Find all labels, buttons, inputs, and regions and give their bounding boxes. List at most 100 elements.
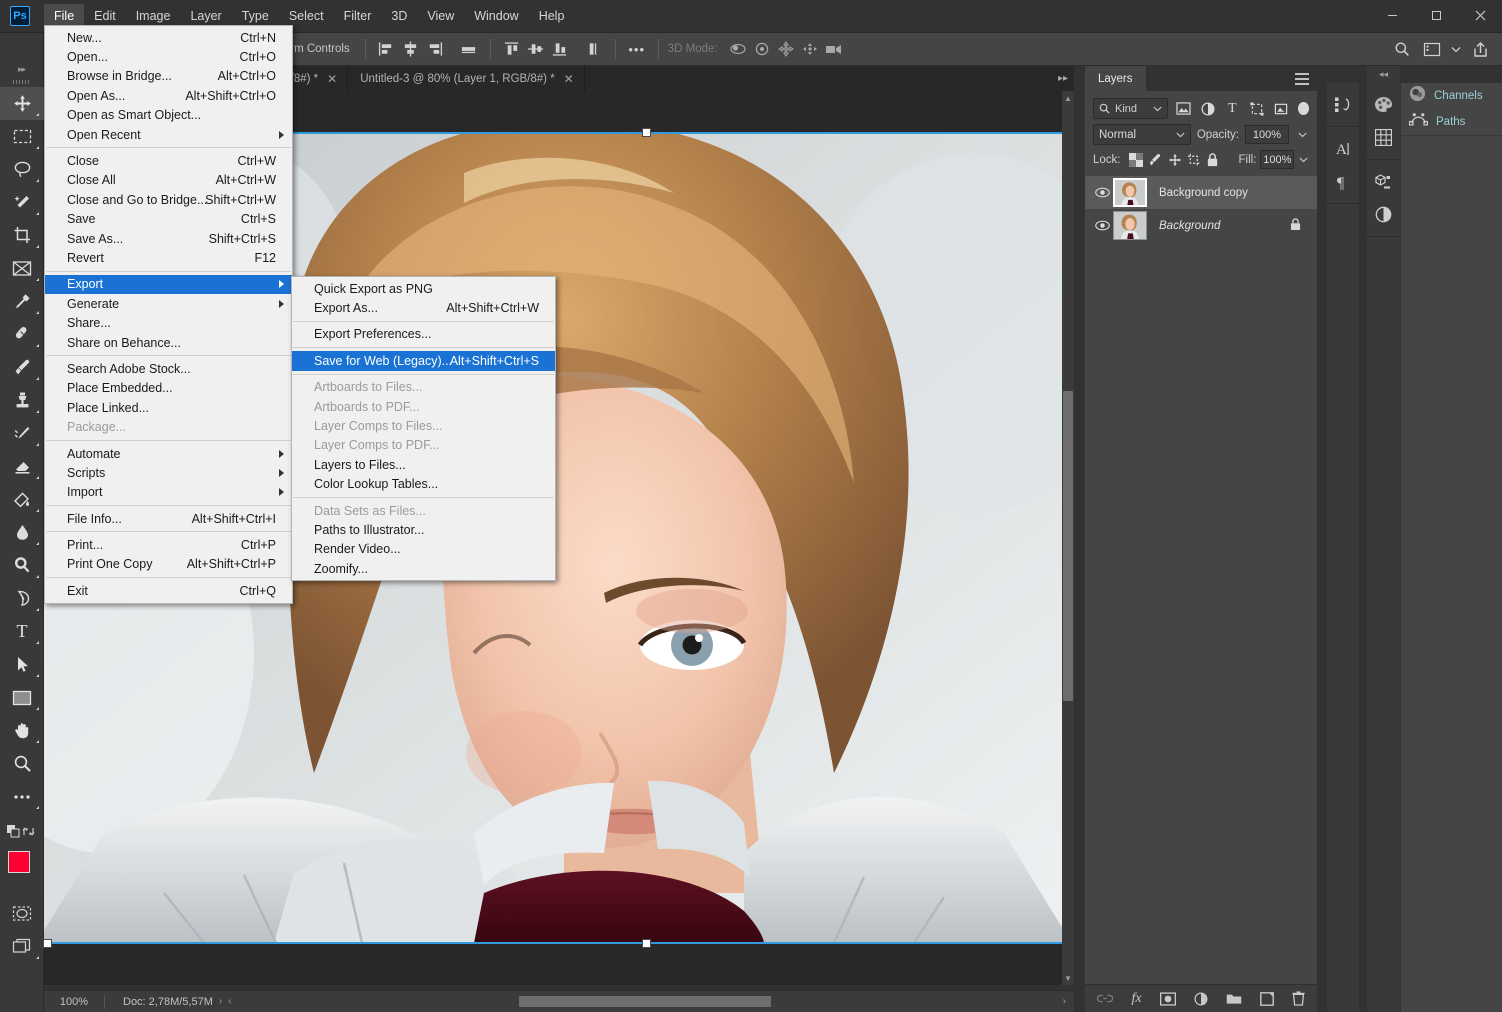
foreground-color-swatch[interactable] <box>8 851 30 873</box>
tool-eraser[interactable] <box>0 450 44 483</box>
filter-pixel-icon[interactable] <box>1174 98 1192 119</box>
maximize-button[interactable] <box>1414 0 1458 30</box>
lock-artboard-nesting-icon[interactable] <box>1186 150 1201 169</box>
tool-blur[interactable] <box>0 516 44 549</box>
3d-roll-icon[interactable] <box>750 38 774 60</box>
tool-history-brush[interactable] <box>0 417 44 450</box>
history-icon[interactable] <box>1327 88 1359 121</box>
tab-layers[interactable]: Layers <box>1085 66 1146 91</box>
tool-eyedropper[interactable] <box>0 285 44 318</box>
menu-item-place-linked[interactable]: Place Linked... <box>45 398 292 417</box>
align-right-edges-icon[interactable] <box>423 38 447 60</box>
tool-dodge[interactable] <box>0 549 44 582</box>
tool-spot-healing-brush[interactable] <box>0 318 44 351</box>
menu-item-generate[interactable]: Generate <box>45 294 292 313</box>
vertical-scroll-thumb[interactable] <box>1063 391 1073 701</box>
zoom-level[interactable]: 100% <box>44 996 104 1008</box>
menu-item-print[interactable]: Print...Ctrl+P <box>45 535 292 554</box>
opacity-stepper-icon[interactable] <box>1295 125 1309 144</box>
layer-row[interactable]: Background copy <box>1085 176 1317 209</box>
3d-icon[interactable] <box>1367 165 1399 198</box>
menu-item-quick-export-as-png[interactable]: Quick Export as PNG <box>292 279 555 298</box>
fill-stepper-icon[interactable] <box>1298 150 1309 169</box>
align-horizontal-centers-icon[interactable] <box>399 38 423 60</box>
layer-visibility-icon[interactable] <box>1091 187 1113 198</box>
link-layers-icon[interactable] <box>1097 993 1113 1004</box>
distribute-vertical-icon[interactable] <box>582 38 606 60</box>
align-top-edges-icon[interactable] <box>500 38 524 60</box>
layer-row[interactable]: Background <box>1085 209 1317 242</box>
document-tab[interactable]: Untitled-3 @ 80% (Layer 1, RGB/8#) *✕ <box>348 66 585 91</box>
menu-item-revert[interactable]: RevertF12 <box>45 248 292 267</box>
menu-item-search-adobe-stock[interactable]: Search Adobe Stock... <box>45 359 292 378</box>
tool-edit-toolbar[interactable] <box>0 780 44 813</box>
workspace-icon[interactable] <box>1418 36 1446 62</box>
align-bottom-edges-icon[interactable] <box>548 38 572 60</box>
more-options-icon[interactable]: ••• <box>625 38 649 60</box>
3d-camera-icon[interactable] <box>822 38 846 60</box>
menu-item-close[interactable]: CloseCtrl+W <box>45 151 292 170</box>
close-icon[interactable]: ✕ <box>564 72 574 86</box>
tool-frame[interactable] <box>0 252 44 285</box>
filter-enable-toggle[interactable] <box>1298 102 1309 115</box>
tool-path-selection[interactable] <box>0 648 44 681</box>
menu-item-automate[interactable]: Automate <box>45 444 292 463</box>
menu-item-file-info[interactable]: File Info...Alt+Shift+Ctrl+I <box>45 509 292 528</box>
status-collapse-arrow[interactable]: ‹ <box>228 996 237 1007</box>
filter-type-icon[interactable]: T <box>1223 98 1241 119</box>
status-expand-arrow[interactable]: › <box>213 996 228 1007</box>
menu-3d[interactable]: 3D <box>381 4 417 28</box>
layer-lock-icon[interactable] <box>1290 218 1301 234</box>
align-vertical-centers-icon[interactable] <box>524 38 548 60</box>
3d-slide-icon[interactable] <box>798 38 822 60</box>
tool-type[interactable]: T <box>0 615 44 648</box>
delete-layer-icon[interactable] <box>1292 991 1305 1006</box>
filter-smart-object-icon[interactable] <box>1272 98 1290 119</box>
menu-item-open[interactable]: Open...Ctrl+O <box>45 47 292 66</box>
opacity-value[interactable]: 100% <box>1245 125 1289 144</box>
lock-all-icon[interactable] <box>1205 150 1220 169</box>
toolbar-collapse-button[interactable]: ▸▸ <box>0 61 43 77</box>
minimize-button[interactable] <box>1370 0 1414 30</box>
chevron-down-icon[interactable] <box>1448 36 1464 62</box>
lock-transparent-pixels-icon[interactable] <box>1129 150 1144 169</box>
tool-hand[interactable] <box>0 714 44 747</box>
menu-item-render-video[interactable]: Render Video... <box>292 540 555 559</box>
distribute-horizontal-icon[interactable] <box>457 38 481 60</box>
layer-visibility-icon[interactable] <box>1091 220 1113 231</box>
menu-item-zoomify[interactable]: Zoomify... <box>292 559 555 578</box>
menu-view[interactable]: View <box>417 4 464 28</box>
vertical-scrollbar[interactable]: ▲ ▼ <box>1062 91 1074 985</box>
panel-item-channels[interactable]: Channels <box>1401 83 1502 109</box>
menu-item-browse-in-bridge[interactable]: Browse in Bridge...Alt+Ctrl+O <box>45 67 292 86</box>
new-adjustment-layer-icon[interactable] <box>1194 992 1208 1006</box>
swap-colors-icon[interactable] <box>22 825 35 841</box>
menu-item-export-as[interactable]: Export As...Alt+Shift+Ctrl+W <box>292 298 555 317</box>
tool-gradient[interactable] <box>0 483 44 516</box>
search-icon[interactable] <box>1388 36 1416 62</box>
3d-orbit-icon[interactable] <box>726 38 750 60</box>
menu-item-scripts[interactable]: Scripts <box>45 463 292 482</box>
rail-collapse-button[interactable]: ◂◂ <box>1367 66 1400 83</box>
menu-item-save-as[interactable]: Save As...Shift+Ctrl+S <box>45 229 292 248</box>
add-layer-style-icon[interactable]: fx <box>1131 991 1141 1007</box>
menu-item-place-embedded[interactable]: Place Embedded... <box>45 379 292 398</box>
blend-mode-select[interactable]: Normal <box>1093 124 1191 145</box>
menu-item-import[interactable]: Import <box>45 483 292 502</box>
filter-adjustment-icon[interactable] <box>1199 98 1217 119</box>
menu-item-share-on-behance[interactable]: Share on Behance... <box>45 333 292 352</box>
menu-item-exit[interactable]: ExitCtrl+Q <box>45 581 292 600</box>
lock-image-pixels-icon[interactable] <box>1148 150 1163 169</box>
3d-pan-icon[interactable] <box>774 38 798 60</box>
tool-pen[interactable] <box>0 582 44 615</box>
panel-menu-icon[interactable] <box>1295 73 1309 88</box>
new-group-icon[interactable] <box>1226 992 1242 1005</box>
screen-mode-toggle[interactable] <box>0 930 44 963</box>
menu-item-print-one-copy[interactable]: Print One CopyAlt+Shift+Ctrl+P <box>45 555 292 574</box>
tool-brush[interactable] <box>0 351 44 384</box>
tool-move[interactable] <box>0 87 44 120</box>
tool-magic-wand[interactable] <box>0 186 44 219</box>
menu-item-export[interactable]: Export <box>45 275 292 294</box>
menu-item-new[interactable]: New...Ctrl+N <box>45 28 292 47</box>
swatches-icon[interactable] <box>1367 121 1399 154</box>
